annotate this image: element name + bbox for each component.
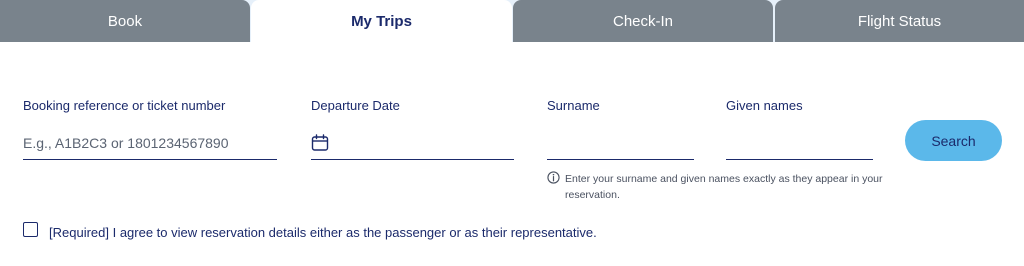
calendar-icon[interactable] <box>311 134 329 152</box>
tab-check-in[interactable]: Check-In <box>513 0 773 42</box>
surname-input[interactable] <box>547 126 694 160</box>
booking-ref-label: Booking reference or ticket number <box>23 98 226 113</box>
booking-ref-input[interactable] <box>23 126 277 160</box>
search-button[interactable]: Search <box>905 120 1002 161</box>
tab-my-trips[interactable]: My Trips <box>251 0 512 43</box>
my-trips-page: Book My Trips Check-In Flight Status Boo… <box>0 0 1024 266</box>
tab-book[interactable]: Book <box>0 0 250 42</box>
surname-label: Surname <box>547 98 600 113</box>
info-icon <box>547 171 560 184</box>
tab-bar: Book My Trips Check-In Flight Status <box>0 0 1024 43</box>
given-names-label: Given names <box>726 98 803 113</box>
name-hint-text: Enter your surname and given names exact… <box>565 173 883 201</box>
given-names-input[interactable] <box>726 126 873 160</box>
departure-date-input[interactable] <box>311 126 514 160</box>
departure-date-label: Departure Date <box>311 98 400 113</box>
agree-checkbox[interactable] <box>23 222 38 237</box>
agree-label: [Required] I agree to view reservation d… <box>49 225 597 240</box>
tab-flight-status[interactable]: Flight Status <box>775 0 1024 42</box>
